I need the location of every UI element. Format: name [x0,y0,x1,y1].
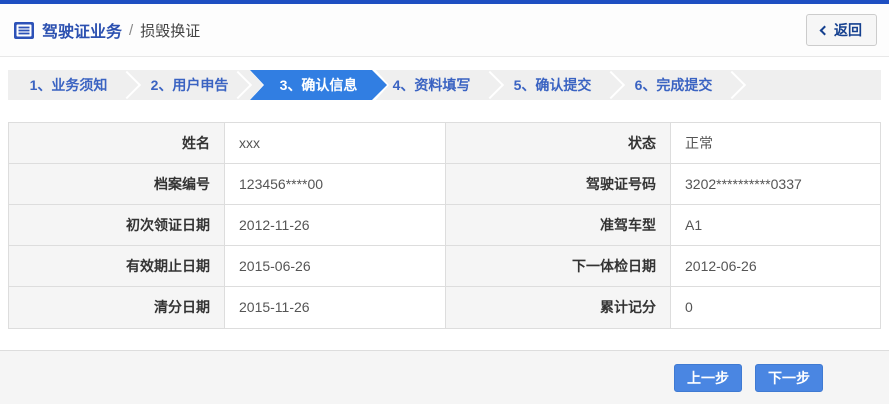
step-bar-filler [717,70,881,100]
step-label: 3、确认信息 [279,77,358,93]
step-label: 6、完成提交 [634,77,713,93]
label-cell: 档案编号 [9,164,225,205]
label-cell: 初次领证日期 [9,205,225,246]
page-title: 驾驶证业务 [42,24,123,41]
step-tab-6[interactable]: 6、完成提交 [596,70,734,100]
label-cell: 驾驶证号码 [446,164,671,205]
back-button-label: 返回 [834,22,862,38]
label-cell: 状态 [446,123,671,164]
value-cell: 2015-11-26 [225,287,446,328]
value-cell: A1 [671,205,880,246]
back-button[interactable]: 返回 [806,14,877,46]
wizard-footer: 上一步 下一步 [0,350,889,404]
value-cell: 123456****00 [225,164,446,205]
license-info-table: 姓名 xxx 状态 正常 档案编号 123456****00 驾驶证号码 320… [8,122,881,329]
next-step-button[interactable]: 下一步 [755,363,823,392]
value-cell: 2012-11-26 [225,205,446,246]
step-tab-3-active[interactable]: 3、确认信息 [223,70,387,100]
app-header: 驾驶证业务 / 损毁换证 返回 [0,4,889,57]
value-cell: 正常 [671,123,880,164]
page-subtitle: 损毁换证 [140,22,201,40]
step-label: 1、业务须知 [29,77,108,93]
breadcrumb-separator: / [129,21,134,39]
value-cell: 0 [685,299,693,315]
label-cell: 清分日期 [9,287,225,328]
label-cell: 姓名 [9,123,225,164]
step-label: 5、确认提交 [513,77,592,93]
value-cell: 2015-06-26 [225,246,446,287]
label-cell: 累计记分 [446,287,671,328]
label-cell: 有效期止日期 [9,246,225,287]
value-cell: 3202**********0337 [671,164,880,205]
label-cell: 准驾车型 [446,205,671,246]
step-bar: 1、业务须知 2、用户申告 3、确认信息 4、资料填写 5、确认提交 6、完成提… [8,70,881,100]
step-tab-4[interactable]: 4、资料填写 [371,70,492,100]
value-cell: 2012-06-26 [671,246,880,287]
step-label: 2、用户申告 [150,77,229,93]
step-tab-5[interactable]: 5、确认提交 [475,70,613,100]
chevron-left-icon [819,25,830,35]
prev-step-button[interactable]: 上一步 [674,363,742,392]
step-tab-2[interactable]: 2、用户申告 [112,70,250,100]
list-icon [14,21,34,39]
label-cell: 下一体检日期 [446,246,671,287]
value-cell: xxx [225,123,446,164]
step-label: 4、资料填写 [392,77,471,93]
step-tab-1[interactable]: 1、业务须知 [8,70,129,100]
